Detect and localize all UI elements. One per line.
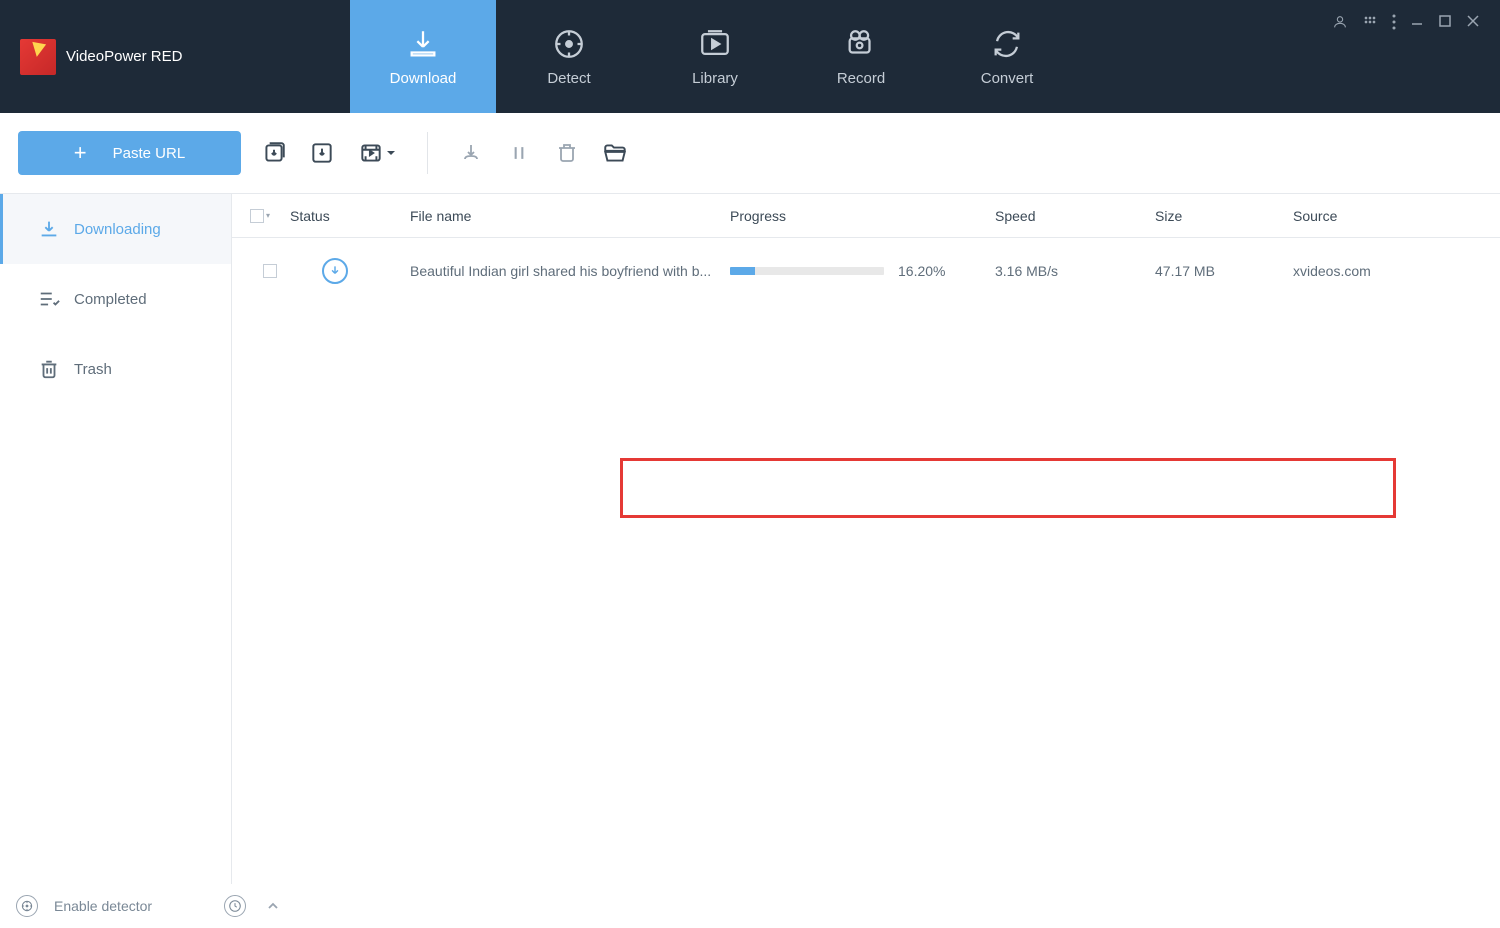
app-title: VideoPower RED xyxy=(66,48,182,65)
downloading-icon xyxy=(38,218,60,240)
tab-download-label: Download xyxy=(390,70,457,87)
row-source: xvideos.com xyxy=(1293,263,1403,279)
row-checkbox[interactable] xyxy=(263,264,277,278)
main-panel: ▾ Status File name Progress Speed Size S… xyxy=(232,194,1500,884)
pause-button[interactable] xyxy=(504,138,534,168)
delete-button[interactable] xyxy=(552,138,582,168)
sidebar: Downloading Completed Trash xyxy=(0,194,232,884)
footer: Enable detector xyxy=(0,884,1500,928)
close-button[interactable] xyxy=(1466,14,1480,28)
record-icon xyxy=(843,26,879,62)
window-controls xyxy=(1332,0,1500,113)
detector-icon[interactable] xyxy=(16,895,38,917)
row-size: 47.17 MB xyxy=(1155,263,1293,279)
header-checkbox[interactable]: ▾ xyxy=(250,209,290,223)
column-source[interactable]: Source xyxy=(1293,208,1403,224)
content: Downloading Completed Trash ▾ Status Fil… xyxy=(0,194,1500,884)
highlight-annotation xyxy=(620,458,1396,518)
table-row[interactable]: Beautiful Indian girl shared his boyfrie… xyxy=(232,258,1500,284)
maximize-button[interactable] xyxy=(1438,14,1452,28)
tab-record[interactable]: Record xyxy=(788,0,934,113)
tab-library[interactable]: Library xyxy=(642,0,788,113)
batch-download-button[interactable] xyxy=(259,138,289,168)
paste-url-label: Paste URL xyxy=(113,145,186,162)
download-icon xyxy=(405,26,441,62)
add-download-button[interactable] xyxy=(307,138,337,168)
resume-button[interactable] xyxy=(456,138,486,168)
sidebar-item-label: Completed xyxy=(74,291,147,308)
tab-detect[interactable]: Detect xyxy=(496,0,642,113)
library-icon xyxy=(697,26,733,62)
detector-label: Enable detector xyxy=(54,898,152,914)
topnav: Download Detect Library Record Convert xyxy=(350,0,1332,113)
plus-icon: + xyxy=(74,140,87,166)
row-progress: 16.20% xyxy=(730,263,995,279)
app-logo-icon xyxy=(20,39,56,75)
video-settings-button[interactable] xyxy=(355,138,399,168)
row-filename: Beautiful Indian girl shared his boyfrie… xyxy=(410,263,730,279)
table-header: ▾ Status File name Progress Speed Size S… xyxy=(232,194,1500,238)
open-folder-button[interactable] xyxy=(600,138,630,168)
paste-url-button[interactable]: + Paste URL xyxy=(18,131,241,175)
user-icon[interactable] xyxy=(1332,14,1348,30)
sidebar-item-label: Downloading xyxy=(74,221,161,238)
tab-convert[interactable]: Convert xyxy=(934,0,1080,113)
apps-icon[interactable] xyxy=(1362,14,1378,30)
sidebar-item-trash[interactable]: Trash xyxy=(0,334,231,404)
downloading-status-icon xyxy=(322,258,348,284)
completed-icon xyxy=(38,288,60,310)
row-speed: 3.16 MB/s xyxy=(995,263,1155,279)
chevron-up-icon[interactable] xyxy=(262,895,284,917)
titlebar: VideoPower RED Download Detect Library R… xyxy=(0,0,1500,113)
column-filename[interactable]: File name xyxy=(410,208,730,224)
minimize-button[interactable] xyxy=(1410,14,1424,28)
logo-area: VideoPower RED xyxy=(0,0,350,113)
sidebar-item-completed[interactable]: Completed xyxy=(0,264,231,334)
tab-detect-label: Detect xyxy=(547,70,590,87)
tab-download[interactable]: Download xyxy=(350,0,496,113)
column-size[interactable]: Size xyxy=(1155,208,1293,224)
column-progress[interactable]: Progress xyxy=(730,208,995,224)
progress-text: 16.20% xyxy=(898,263,945,279)
column-status[interactable]: Status xyxy=(290,208,410,224)
tool-icons-group-1 xyxy=(259,138,399,168)
progress-bar xyxy=(730,267,884,275)
sidebar-item-downloading[interactable]: Downloading xyxy=(0,194,231,264)
convert-icon xyxy=(989,26,1025,62)
sidebar-item-label: Trash xyxy=(74,361,112,378)
tab-record-label: Record xyxy=(837,70,885,87)
toolbar: + Paste URL xyxy=(0,113,1500,193)
table-body: Beautiful Indian girl shared his boyfrie… xyxy=(232,238,1500,884)
schedule-icon[interactable] xyxy=(224,895,246,917)
column-speed[interactable]: Speed xyxy=(995,208,1155,224)
tab-library-label: Library xyxy=(692,70,738,87)
tool-icons-group-2 xyxy=(456,138,630,168)
menu-icon[interactable] xyxy=(1392,14,1396,30)
tab-convert-label: Convert xyxy=(981,70,1034,87)
toolbar-divider xyxy=(427,132,428,174)
trash-icon xyxy=(38,358,60,380)
detect-icon xyxy=(551,26,587,62)
